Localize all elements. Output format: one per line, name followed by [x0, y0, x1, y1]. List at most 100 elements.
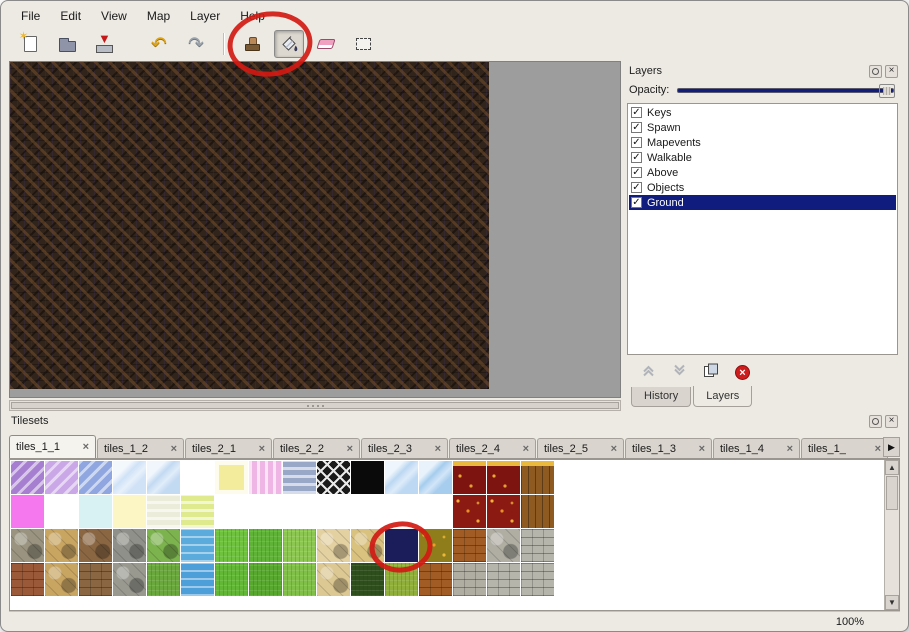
tile-2-1[interactable] [45, 529, 78, 562]
float-panel-button[interactable] [869, 65, 882, 78]
layer-row-walkable[interactable]: ✓Walkable [629, 150, 896, 165]
tile-0-9[interactable] [317, 461, 350, 494]
tile-2-5[interactable] [181, 529, 214, 562]
delete-layer-button[interactable]: × [735, 365, 750, 380]
map-viewport[interactable] [9, 61, 621, 398]
tileset-tab-tiles_1_4[interactable]: tiles_1_4× [713, 438, 800, 458]
tile-2-10[interactable] [351, 529, 384, 562]
tileset-vertical-scrollbar[interactable]: ▲ ▼ [884, 460, 899, 610]
fill-button[interactable] [274, 30, 304, 58]
tileset-tab-tiles_1_1[interactable]: tiles_1_1× [9, 435, 96, 458]
tileset-tab-tiles_2_5[interactable]: tiles_2_5× [537, 438, 624, 458]
tile-0-11[interactable] [385, 461, 418, 494]
tab-close-icon[interactable]: × [523, 443, 529, 455]
layer-row-keys[interactable]: ✓Keys [629, 105, 896, 120]
opacity-slider-handle[interactable] [879, 84, 895, 98]
tile-0-7[interactable] [249, 461, 282, 494]
tile-0-6[interactable] [215, 461, 248, 494]
scrollbar-thumb[interactable] [886, 476, 898, 510]
layer-row-mapevents[interactable]: ✓Mapevents [629, 135, 896, 150]
opacity-slider[interactable] [677, 88, 894, 93]
layer-visibility-checkbox[interactable]: ✓ [631, 197, 642, 208]
tile-1-10[interactable] [351, 495, 384, 528]
tile-1-3[interactable] [113, 495, 146, 528]
layer-visibility-checkbox[interactable]: ✓ [631, 167, 642, 178]
tab-close-icon[interactable]: × [699, 443, 705, 455]
menu-item-map[interactable]: Map [139, 7, 178, 25]
tab-close-icon[interactable]: × [611, 443, 617, 455]
new-button[interactable]: ✶ [15, 30, 45, 58]
open-button[interactable] [52, 30, 82, 58]
tile-3-9[interactable] [317, 563, 350, 596]
tile-2-11[interactable] [385, 529, 418, 562]
layer-visibility-checkbox[interactable]: ✓ [631, 152, 642, 163]
tile-3-0[interactable] [11, 563, 44, 596]
menu-item-file[interactable]: File [13, 7, 48, 25]
tile-2-15[interactable] [521, 529, 554, 562]
tile-1-1[interactable] [45, 495, 78, 528]
tile-3-5[interactable] [181, 563, 214, 596]
scroll-down-button[interactable]: ▼ [885, 595, 899, 610]
tileset-tab-tiles_1_2[interactable]: tiles_1_2× [97, 438, 184, 458]
tile-2-3[interactable] [113, 529, 146, 562]
tab-close-icon[interactable]: × [787, 443, 793, 455]
tile-2-6[interactable] [215, 529, 248, 562]
tile-1-2[interactable] [79, 495, 112, 528]
tile-0-8[interactable] [283, 461, 316, 494]
tab-close-icon[interactable]: × [171, 443, 177, 455]
tile-2-7[interactable] [249, 529, 282, 562]
tab-close-icon[interactable]: × [259, 443, 265, 455]
close-panel-button[interactable]: × [885, 65, 898, 78]
tile-2-0[interactable] [11, 529, 44, 562]
layer-row-spawn[interactable]: ✓Spawn [629, 120, 896, 135]
tile-0-4[interactable] [147, 461, 180, 494]
tile-1-15[interactable] [521, 495, 554, 528]
tile-1-8[interactable] [283, 495, 316, 528]
scroll-up-button[interactable]: ▲ [885, 460, 899, 475]
layer-row-above[interactable]: ✓Above [629, 165, 896, 180]
tile-3-11[interactable] [385, 563, 418, 596]
tile-2-4[interactable] [147, 529, 180, 562]
tile-1-0[interactable] [11, 495, 44, 528]
menu-item-view[interactable]: View [93, 7, 135, 25]
tileset-tab-tiles_2_3[interactable]: tiles_2_3× [361, 438, 448, 458]
undo-button[interactable]: ↶ [144, 30, 174, 58]
redo-button[interactable]: ↷ [181, 30, 211, 58]
tile-3-10[interactable] [351, 563, 384, 596]
float-panel-button[interactable] [869, 415, 882, 428]
layer-visibility-checkbox[interactable]: ✓ [631, 122, 642, 133]
tile-2-14[interactable] [487, 529, 520, 562]
tileset-tab-tiles_2_2[interactable]: tiles_2_2× [273, 438, 360, 458]
tile-2-9[interactable] [317, 529, 350, 562]
map-horizontal-scrollbar[interactable] [9, 400, 621, 411]
tile-3-4[interactable] [147, 563, 180, 596]
tile-1-11[interactable] [385, 495, 418, 528]
tile-0-1[interactable] [45, 461, 78, 494]
tab-close-icon[interactable]: × [83, 441, 89, 453]
tile-3-15[interactable] [521, 563, 554, 596]
tile-0-12[interactable] [419, 461, 452, 494]
tab-history[interactable]: History [631, 387, 691, 407]
close-panel-button[interactable]: × [885, 415, 898, 428]
tileset-tab-tiles_1_3[interactable]: tiles_1_3× [625, 438, 712, 458]
layer-visibility-checkbox[interactable]: ✓ [631, 107, 642, 118]
save-button[interactable]: ▼ [89, 30, 119, 58]
tileset-tab-tiles_2_4[interactable]: tiles_2_4× [449, 438, 536, 458]
layer-row-objects[interactable]: ✓Objects [629, 180, 896, 195]
tile-0-0[interactable] [11, 461, 44, 494]
layer-visibility-checkbox[interactable]: ✓ [631, 137, 642, 148]
tile-2-8[interactable] [283, 529, 316, 562]
tile-1-9[interactable] [317, 495, 350, 528]
tile-3-7[interactable] [249, 563, 282, 596]
tile-0-14[interactable] [487, 461, 520, 494]
eraser-button[interactable] [311, 30, 341, 58]
menu-item-edit[interactable]: Edit [52, 7, 89, 25]
tile-3-6[interactable] [215, 563, 248, 596]
tileset-tab-tiles_1_[interactable]: tiles_1_× [801, 438, 888, 458]
menu-item-layer[interactable]: Layer [182, 7, 228, 25]
tab-close-icon[interactable]: × [347, 443, 353, 455]
tile-3-3[interactable] [113, 563, 146, 596]
menu-item-help[interactable]: Help [232, 7, 273, 25]
tab-close-icon[interactable]: × [875, 443, 881, 455]
tile-3-1[interactable] [45, 563, 78, 596]
